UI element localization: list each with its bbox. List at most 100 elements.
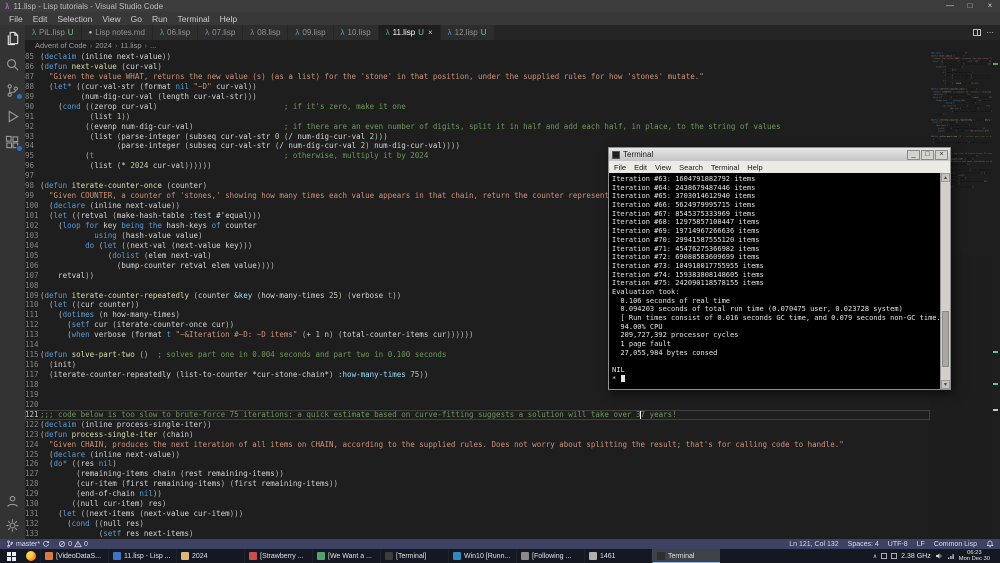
code-line-120[interactable]: 120 — [25, 400, 930, 410]
tab-06-lisp[interactable]: λ 06.lisp — [153, 25, 199, 40]
split-editor-icon[interactable] — [973, 29, 981, 36]
notifications-bell-icon[interactable] — [986, 540, 994, 548]
breadcrumb-item-[interactable]: ... — [150, 41, 156, 50]
terminal-menu-item-view[interactable]: View — [651, 163, 675, 172]
menu-item-selection[interactable]: Selection — [52, 14, 97, 24]
search-icon[interactable] — [5, 57, 20, 72]
explorer-icon[interactable] — [5, 31, 20, 46]
tray-icon[interactable] — [891, 553, 898, 559]
menu-item-file[interactable]: File — [4, 14, 28, 24]
code-line-133[interactable]: 133 (setf res next-items) — [25, 529, 930, 539]
taskbar-item-1461[interactable]: 1461 — [584, 549, 652, 563]
hidden-icons-chevron-icon[interactable]: ∧ — [873, 553, 877, 560]
code-line-123[interactable]: 123 (defun process-single-iter (chain) — [25, 430, 930, 440]
taskbar-item-videodatas[interactable]: [VideoDataS... — [40, 549, 108, 563]
overview-ruler[interactable] — [992, 51, 1000, 539]
menu-item-go[interactable]: Go — [126, 14, 147, 24]
taskbar-item-2024[interactable]: 2024 — [176, 549, 244, 563]
maximize-button[interactable]: □ — [960, 0, 980, 12]
terminal-minimize-button[interactable]: _ — [907, 149, 920, 160]
code-line-85[interactable]: 85 (declaim (inline next-value)) — [25, 52, 930, 62]
source-control-icon[interactable] — [5, 83, 23, 100]
scrollbar-thumb[interactable] — [942, 311, 949, 368]
extensions-icon[interactable] — [5, 135, 23, 152]
tray-icon[interactable] — [881, 553, 888, 559]
code-line-130[interactable]: 130 ((null cur-item) res) — [25, 499, 930, 509]
encoding-setting[interactable]: UTF-8 — [888, 541, 908, 548]
indentation-setting[interactable]: Spaces: 4 — [848, 541, 879, 548]
menu-item-edit[interactable]: Edit — [28, 14, 53, 24]
terminal-menu-item-help[interactable]: Help — [743, 163, 766, 172]
scroll-down-arrow[interactable]: ▼ — [941, 380, 950, 389]
code-line-129[interactable]: 129 (end-of-chain nil)) — [25, 489, 930, 499]
code-line-122[interactable]: 122 (declaim (inline process-single-iter)… — [25, 420, 930, 430]
taskbar-clock[interactable]: 06:23 Mon Dec 30 — [959, 550, 990, 562]
taskbar-item-win10-runn[interactable]: Win10 [Runn... — [448, 549, 516, 563]
code-line-93[interactable]: 93 (list (parse-integer (subseq cur-val-… — [25, 132, 930, 142]
tab-10-lisp[interactable]: λ 10.lisp — [333, 25, 379, 40]
taskbar-item-11-lisp-lisp[interactable]: 11.lisp - Lisp ... — [108, 549, 176, 563]
code-line-131[interactable]: 131 (let ((next-items (next-value cur-it… — [25, 509, 930, 519]
account-icon[interactable] — [5, 494, 20, 509]
tab-pil-lisp[interactable]: λ PiL.lisp U — [25, 25, 82, 40]
close-button[interactable]: × — [980, 0, 1000, 12]
taskbar-item-strawberry[interactable]: [Strawberry ... — [244, 549, 312, 563]
code-line-126[interactable]: 126 (do* ((res nil) — [25, 459, 930, 469]
code-line-119[interactable]: 119 — [25, 390, 930, 400]
problems-indicator[interactable]: 0 0 — [58, 540, 88, 548]
code-line-91[interactable]: 91 (list 1)) — [25, 112, 930, 122]
menu-item-help[interactable]: Help — [215, 14, 242, 24]
sync-icon[interactable] — [42, 540, 50, 548]
code-line-125[interactable]: 125 (declare (inline next-value)) — [25, 450, 930, 460]
tab-12-lisp[interactable]: λ 12.lisp U — [440, 25, 495, 40]
taskbar-item-following[interactable]: [Following ... — [516, 549, 584, 563]
run-debug-icon[interactable] — [5, 109, 20, 124]
terminal-scrollbar[interactable]: ▲ ▼ — [940, 173, 950, 389]
more-actions-icon[interactable]: ⋯ — [986, 28, 994, 37]
terminal-close-button[interactable]: × — [935, 149, 948, 160]
code-line-89[interactable]: 89 (num-dig-cur-val (length cur-val-str)… — [25, 92, 930, 102]
start-button[interactable] — [0, 549, 22, 563]
terminal-menu-item-search[interactable]: Search — [675, 163, 707, 172]
tab-07-lisp[interactable]: λ 07.lisp — [198, 25, 244, 40]
code-line-88[interactable]: 88 (let* ((cur-val-str (format nil "~D" … — [25, 82, 930, 92]
tab-close-icon[interactable]: × — [428, 28, 433, 37]
terminal-menu-item-edit[interactable]: Edit — [630, 163, 651, 172]
code-line-86[interactable]: 86 (defun next-value (cur-val) — [25, 62, 930, 72]
code-line-128[interactable]: 128 (cur-item (first remaining-items) (f… — [25, 479, 930, 489]
cursor-position[interactable]: Ln 121, Col 132 — [789, 541, 838, 548]
terminal-maximize-button[interactable]: □ — [921, 149, 934, 160]
code-line-127[interactable]: 127 (remaining-items chain (rest remaini… — [25, 469, 930, 479]
taskbar-item-we-want-a[interactable]: [We Want a ... — [312, 549, 380, 563]
code-line-132[interactable]: 132 (cond ((null res) — [25, 519, 930, 529]
breadcrumb-item-11-lisp[interactable]: 11.lisp — [120, 41, 141, 50]
menu-item-run[interactable]: Run — [147, 14, 173, 24]
breadcrumb-item-advent-of-code[interactable]: Advent of Code — [35, 41, 87, 50]
git-branch-indicator[interactable]: master* — [6, 540, 50, 548]
taskbar-item-terminal[interactable]: Terminal — [652, 549, 720, 563]
firefox-icon[interactable] — [22, 549, 40, 563]
menu-item-terminal[interactable]: Terminal — [173, 14, 215, 24]
code-line-121[interactable]: 121;;; code below is too slow to brute-f… — [25, 409, 930, 420]
volume-icon[interactable] — [935, 552, 943, 560]
scroll-up-arrow[interactable]: ▲ — [941, 173, 950, 182]
language-mode[interactable]: Common Lisp — [934, 541, 977, 548]
code-line-90[interactable]: 90 (cond ((zerop cur-val) ; if it's zero… — [25, 102, 930, 112]
terminal-menu-item-file[interactable]: File — [610, 163, 630, 172]
code-line-87[interactable]: 87 "Given the value WHAT, returns the ne… — [25, 72, 930, 82]
taskbar-item-terminal[interactable]: [Terminal] — [380, 549, 448, 563]
terminal-output[interactable]: Iteration #63: 1604791882792 items Iterat… — [609, 173, 940, 389]
tab-lisp-notes-md[interactable]: ● Lisp notes.md — [81, 25, 154, 40]
network-icon[interactable] — [947, 552, 955, 560]
code-line-92[interactable]: 92 ((evenp num-dig-cur-val) ; if there a… — [25, 122, 930, 132]
terminal-title-bar[interactable]: Terminal _ □ × — [609, 148, 950, 161]
tab-11-lisp[interactable]: λ 11.lisp U × — [378, 25, 441, 40]
terminal-menu-item-terminal[interactable]: Terminal — [707, 163, 743, 172]
settings-gear-icon[interactable] — [5, 518, 20, 533]
tab-08-lisp[interactable]: λ 08.lisp — [243, 25, 289, 40]
eol-setting[interactable]: LF — [917, 541, 925, 548]
code-line-124[interactable]: 124 "Given CHAIN, produces the next iter… — [25, 440, 930, 450]
menu-item-view[interactable]: View — [97, 14, 125, 24]
minimize-button[interactable]: — — [940, 0, 960, 12]
tab-09-lisp[interactable]: λ 09.lisp — [288, 25, 334, 40]
